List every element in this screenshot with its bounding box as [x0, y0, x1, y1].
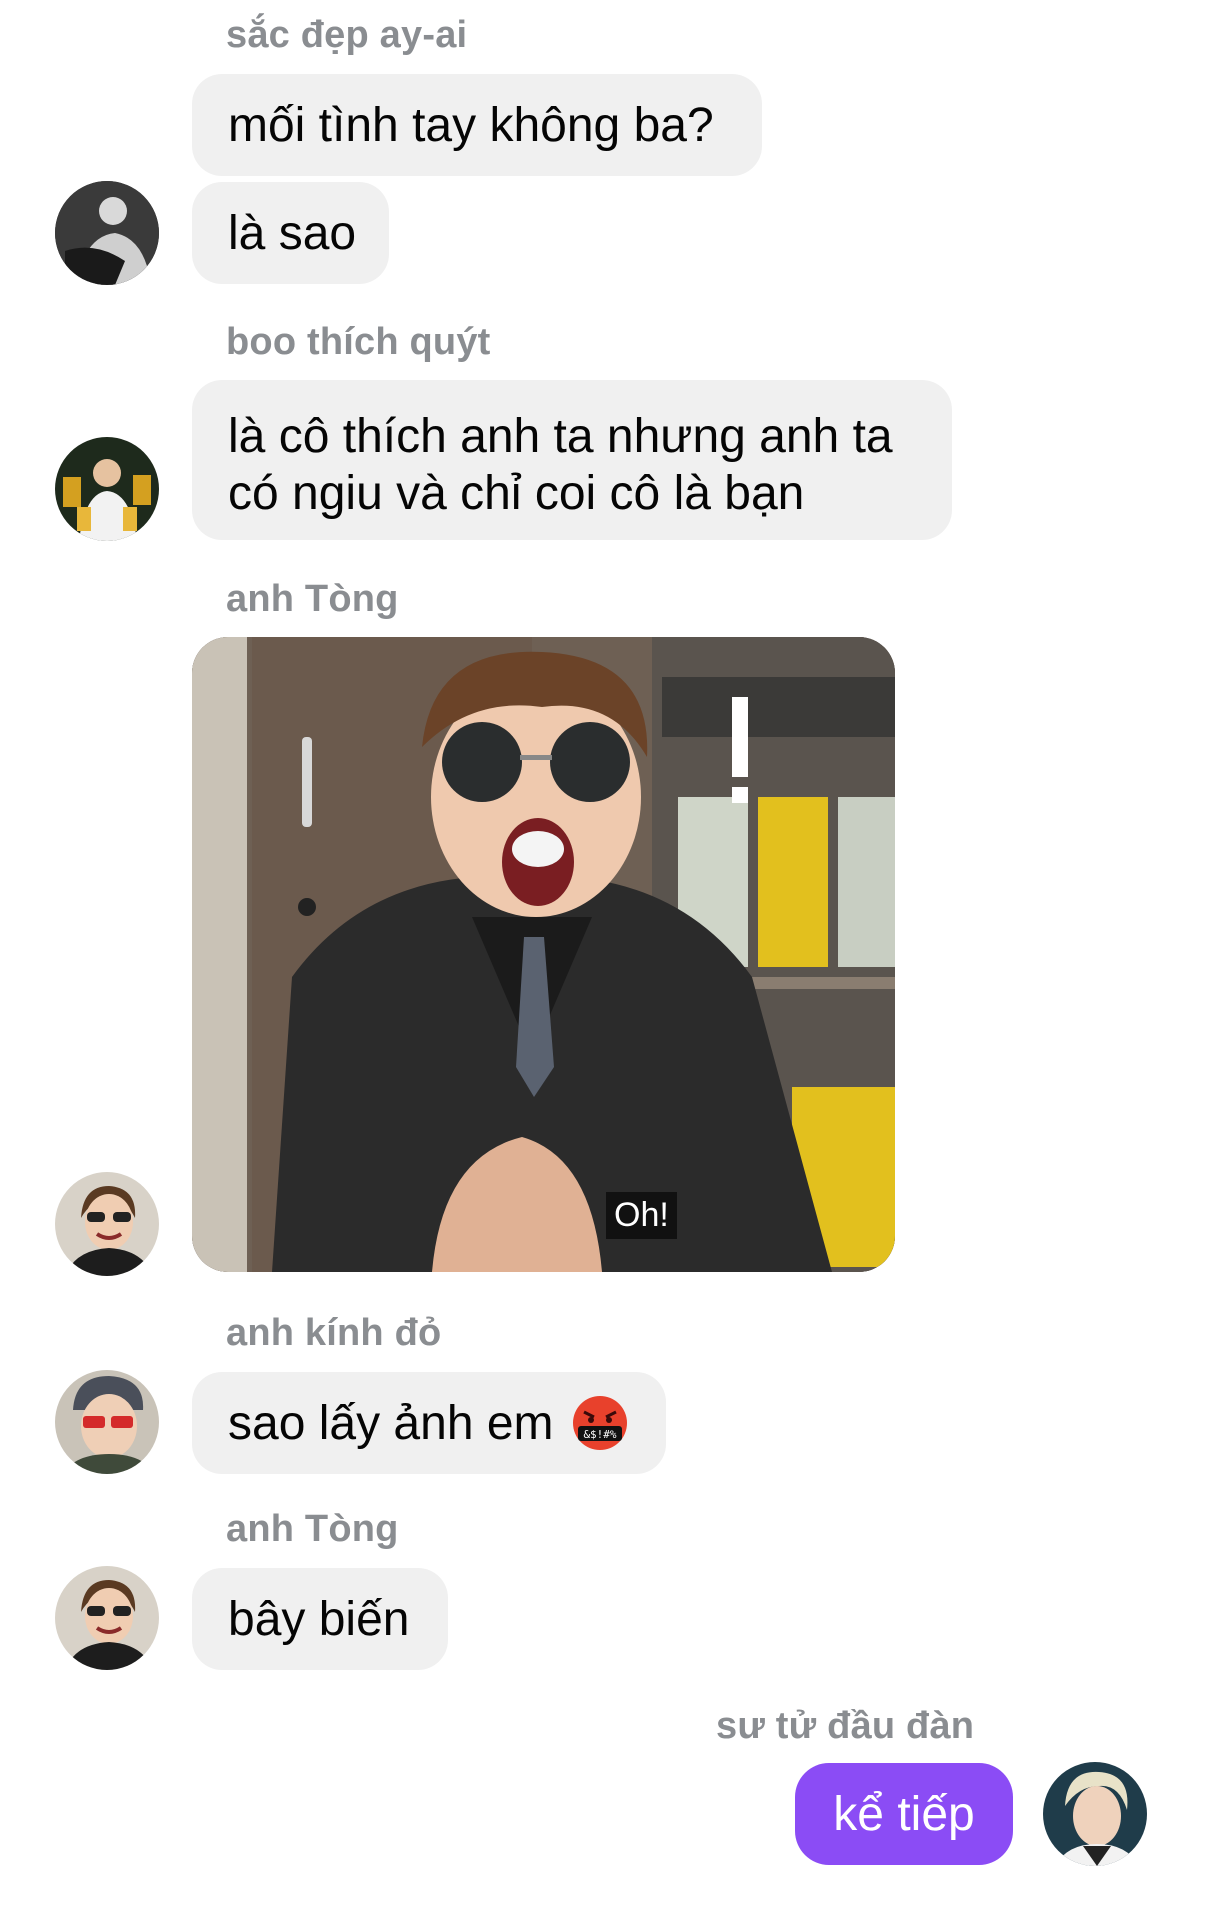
sender-name: sắc đẹp ay-ai: [226, 14, 468, 56]
user-avatar-icon[interactable]: [1043, 1762, 1147, 1866]
user-avatar-icon[interactable]: [55, 1370, 159, 1474]
sender-name: anh Tòng: [226, 578, 399, 620]
message-bubble[interactable]: là cô thích anh ta nhưng anh ta có ngiu …: [192, 380, 952, 540]
message-bubble[interactable]: sao lấy ảnh em &$!#%: [192, 1372, 666, 1474]
emoji-text: &$!#%: [583, 1428, 616, 1441]
sender-name: boo thích quýt: [226, 321, 491, 363]
user-avatar-icon[interactable]: [55, 1172, 159, 1276]
photo-caption: Oh!: [606, 1192, 677, 1239]
message-bubble[interactable]: mối tình tay không ba?: [192, 74, 762, 176]
angry-face-emoji-icon: &$!#%: [572, 1395, 628, 1451]
message-text: sao lấy ảnh em: [228, 1396, 554, 1450]
user-avatar-icon[interactable]: [55, 1566, 159, 1670]
message-bubble[interactable]: kể tiếp: [795, 1763, 1013, 1865]
sender-name: anh Tòng: [226, 1508, 399, 1550]
message-bubble[interactable]: là sao: [192, 182, 389, 284]
sender-name: sư tử đầu đàn: [716, 1705, 975, 1747]
message-bubble[interactable]: bây biến: [192, 1568, 448, 1670]
shared-photo[interactable]: Oh!: [192, 637, 895, 1272]
sender-name: anh kính đỏ: [226, 1312, 442, 1354]
user-avatar-icon[interactable]: [55, 181, 159, 285]
user-avatar-icon[interactable]: [55, 437, 159, 541]
